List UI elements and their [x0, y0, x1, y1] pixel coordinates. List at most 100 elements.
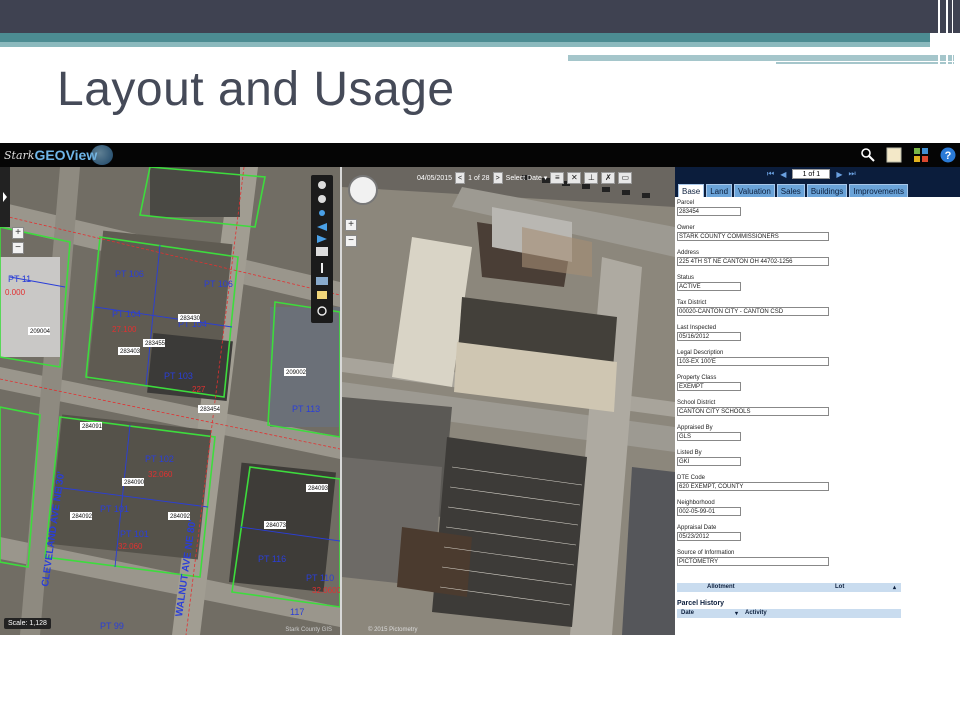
field-source-of-information[interactable]: PICTOMETRY	[677, 557, 829, 566]
sort-desc-icon[interactable]: ▾	[735, 610, 738, 617]
field-appraised-by[interactable]: GLS	[677, 432, 741, 441]
tool-icon	[318, 181, 326, 189]
panel-tabs: Base Land Valuation Sales Buildings Impr…	[675, 181, 960, 197]
panel-toggle-icon[interactable]	[0, 167, 10, 227]
field-parcel[interactable]: 283454	[677, 207, 741, 216]
field-status[interactable]: ACTIVE	[677, 282, 741, 291]
svg-text:284073: 284073	[266, 523, 287, 529]
app-logo: Stark GEOView	[4, 145, 114, 165]
next-record-icon[interactable]: ▶	[836, 170, 842, 179]
activity-column-header[interactable]: Activity	[745, 610, 767, 616]
field-label-parcel: Parcel	[677, 200, 695, 206]
field-label-source-of-information: Source of Information	[677, 550, 735, 556]
help-icon[interactable]: ?	[940, 147, 956, 163]
print-icon[interactable]: ▭	[618, 172, 633, 184]
svg-text:PT 102: PT 102	[145, 454, 174, 464]
prev-image-button[interactable]: <	[455, 172, 466, 184]
navigation-wheel[interactable]	[348, 175, 378, 205]
last-record-icon[interactable]: ⏭	[849, 169, 856, 179]
parcel-label: PT 106	[115, 269, 144, 279]
zoom-out-button[interactable]: −	[12, 242, 24, 254]
clear-icon[interactable]: ✗	[601, 172, 616, 184]
slide-accent-line-blue	[568, 55, 954, 61]
allotment-grid-header[interactable]: Allotment Lot ▴	[677, 583, 901, 592]
imagery-zoom-in-button[interactable]: +	[345, 219, 357, 231]
svg-text:209002: 209002	[286, 370, 307, 376]
tools-icon[interactable]: ✕	[567, 172, 582, 184]
svg-text:PT 101: PT 101	[120, 529, 149, 539]
record-page-indicator[interactable]: 1 of 1	[792, 169, 831, 179]
prev-record-icon[interactable]: ◀	[780, 170, 786, 179]
field-label-school-district: School District	[677, 400, 716, 406]
field-label-status: Status	[677, 275, 695, 281]
parcel-map[interactable]: PT 106 PT 104 PT 104 PT 103 PT 102 PT 10…	[0, 167, 340, 635]
field-label-tax-district: Tax District	[677, 300, 707, 306]
tab-valuation[interactable]: Valuation	[734, 184, 775, 197]
record-pager: ⏮ ◀ 1 of 1 ▶ ⏭	[767, 169, 856, 179]
svg-text:283430: 283430	[180, 316, 201, 322]
allotment-column-header[interactable]: Allotment	[707, 584, 735, 590]
zoom-in-button[interactable]: +	[12, 227, 24, 239]
next-image-button[interactable]: >	[492, 172, 503, 184]
grid-apps-icon[interactable]	[913, 147, 929, 163]
layers-icon[interactable]: ≡	[550, 172, 565, 184]
logo-main: GEOView	[34, 147, 98, 163]
imagery-toolbar: 04/05/2015 < 1 of 28 > Select Date ▾ ≡ ✕…	[417, 171, 633, 185]
field-legal-description[interactable]: 103-EX 100'E	[677, 357, 829, 366]
slide-teal-band-light	[0, 42, 930, 47]
svg-text:27.100: 27.100	[112, 325, 137, 334]
tab-sales[interactable]: Sales	[776, 184, 805, 197]
field-label-neighborhood: Neighborhood	[677, 500, 715, 506]
svg-text:PT 103: PT 103	[164, 371, 193, 381]
tab-improvements[interactable]: Improvements	[849, 184, 908, 197]
first-record-icon[interactable]: ⏮	[767, 169, 774, 179]
svg-text:PT 99: PT 99	[100, 621, 124, 631]
field-dte-code[interactable]: 620 EXEMPT, COUNTY	[677, 482, 829, 491]
history-grid-header[interactable]: Date ▾ Activity	[677, 609, 901, 618]
field-property-class[interactable]: EXEMPT	[677, 382, 741, 391]
slide-title: Layout and Usage	[57, 63, 455, 116]
imagery-zoom-out-button[interactable]: −	[345, 235, 357, 247]
field-label-property-class: Property Class	[677, 375, 717, 381]
svg-text:284092: 284092	[170, 514, 191, 520]
measure-height-icon[interactable]: ⊥	[584, 172, 599, 184]
tab-base[interactable]: Base	[678, 184, 705, 197]
parcel-info-panel: ⏮ ◀ 1 of 1 ▶ ⏭ Base Land Valuation Sales…	[675, 167, 960, 635]
field-tax-district[interactable]: 00020-CANTON CITY - CANTON CSD	[677, 307, 829, 316]
svg-text:?: ?	[945, 150, 952, 162]
svg-text:PT 104: PT 104	[112, 309, 141, 319]
svg-text:32.060: 32.060	[148, 470, 173, 479]
sort-asc-icon[interactable]: ▴	[893, 584, 896, 591]
app-header: Stark GEOView ?	[0, 143, 960, 167]
tab-land[interactable]: Land	[706, 184, 733, 197]
search-icon[interactable]	[860, 147, 876, 163]
tab-buildings[interactable]: Buildings	[806, 184, 848, 197]
map-credit: Stark County GIS	[285, 627, 332, 633]
svg-text:PT 110: PT 110	[306, 573, 334, 583]
map-toolbar	[311, 175, 333, 323]
field-listed-by[interactable]: GKI	[677, 457, 741, 466]
oblique-imagery-map[interactable]: + − 04/05/2015 < 1 of 28 > Select Date ▾…	[342, 167, 675, 635]
field-appraisal-date[interactable]: 05/23/2012	[677, 532, 741, 541]
lot-column-header[interactable]: Lot	[835, 584, 844, 590]
image-counter: 1 of 28	[468, 174, 490, 182]
svg-text:284091: 284091	[82, 424, 103, 430]
svg-text:PT 113: PT 113	[292, 404, 320, 414]
slide-vertical-bar	[952, 0, 953, 64]
parcel-history-title: Parcel History	[677, 600, 725, 607]
field-school-district[interactable]: CANTON CITY SCHOOLS	[677, 407, 829, 416]
field-owner[interactable]: STARK COUNTY COMMISSIONERS	[677, 232, 829, 241]
field-last-inspected[interactable]: 05/16/2012	[677, 332, 741, 341]
notepad-icon[interactable]	[886, 147, 902, 163]
base-fields: Parcel 283454 Owner STARK COUNTY COMMISS…	[677, 200, 960, 575]
oblique-imagery	[342, 167, 675, 635]
date-column-header[interactable]: Date	[681, 610, 694, 616]
field-neighborhood[interactable]: 002-05-99-01	[677, 507, 741, 516]
select-date-dropdown[interactable]: Select Date ▾	[506, 174, 548, 182]
field-label-owner: Owner	[677, 225, 695, 231]
map-scale: Scale: 1,128	[4, 618, 51, 629]
field-address[interactable]: 225 4TH ST NE CANTON OH 44702-1256	[677, 257, 829, 266]
svg-text:0.000: 0.000	[5, 288, 26, 297]
globe-icon	[91, 145, 114, 165]
field-label-legal-description: Legal Description	[677, 350, 724, 356]
